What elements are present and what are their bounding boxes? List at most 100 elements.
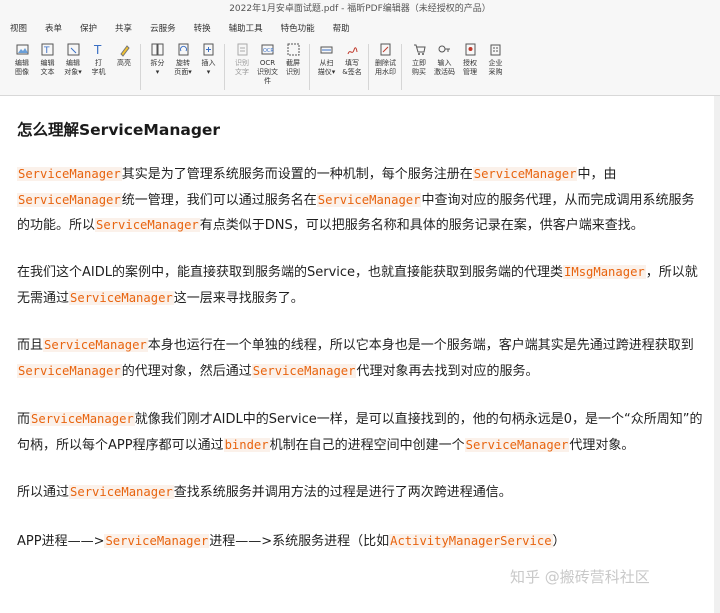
enterprise-icon [490,44,501,56]
text-run: 代理对象。 [569,437,635,453]
toolbar-button-label: 编辑 图像 [15,59,29,76]
image-icon [16,44,28,55]
inline-code: ServiceManager [464,437,570,452]
sign-icon [347,47,357,55]
text-run: 在我们这个AIDL的案例中，能直接获取到服务端的Service，也就直接能获取到… [17,265,564,280]
toolbar-button-label: 截屏 识别 [286,59,300,76]
text-run: APP进程——> [17,534,105,549]
inline-code: ServiceManager [17,192,122,207]
inline-code: ServiceManager [30,412,135,426]
menu-bar: 视图 表单 保护 共享 云服务 转换 辅助工具 特色功能 帮助 [0,20,720,38]
text-run: ） [552,534,566,549]
toolbar-button-recognize[interactable]: 识别 文字 [230,38,254,95]
toolbar-button-cart[interactable]: 立即 购买 [407,38,431,95]
toolbar-button-sign[interactable]: 填写 &签名 [340,38,364,95]
toolbar-button-label: 编辑 文本 [40,59,55,76]
menu-item[interactable]: 共享 [115,20,132,38]
toolbar-button-screenshot[interactable]: 截屏 识别 [281,38,305,95]
toolbar-button-label: 拆分 ▾ [150,59,165,76]
toolbar-button-key[interactable]: 输入 激活码 [433,38,457,95]
text-run: 其实是为了管理系统服务而设置的一种机制，每个服务注册在 [121,167,473,182]
inline-code: ServiceManager [17,363,122,378]
ocr-icon: OCR [261,44,274,55]
paragraph-1: ServiceManager其实是为了管理系统服务而设置的一种机制，每个服务注册… [17,162,707,239]
svg-text:T: T [93,43,102,57]
text-run: 这一层来寻找服务了。 [173,290,304,306]
toolbar-button-label: 打 字机 [91,59,106,76]
window-title: 2022年1月安卓面试题.pdf - 福昕PDF编辑器（未经授权的产品） [0,0,720,20]
watermark-icon [380,43,391,56]
toolbar-separator [367,44,369,90]
toolbar-separator [139,44,141,90]
vertical-scrollbar[interactable] [714,96,720,613]
toolbar-button-highlight[interactable]: 高亮 [112,38,136,95]
split-icon [151,43,164,56]
toolbar-button-edit-text[interactable]: T 编辑 文本 [36,38,60,95]
toolbar-button-label: 企业 采购 [488,59,503,76]
menu-item[interactable]: 帮助 [333,20,350,38]
paragraph-3: 而且ServiceManager本身也运行在一个单独的线程，所以它本身也是一个服… [17,333,707,384]
text-run: 查找系统服务并调用方法的过程是进行了两次跨进程通信。 [173,485,512,500]
text-run: 所以通过 [17,485,70,500]
inline-code: ServiceManager [43,338,148,352]
text-run: 本身也运行在一个单独的线程，所以它本身也是一个服务端，客户端其实是先通过跨进程获… [147,338,694,353]
menu-item[interactable]: 转换 [194,20,211,38]
toolbar-separator [224,44,225,90]
toolbar-button-label: 旋转 页面▾ [174,59,192,76]
rotate-icon [178,43,188,56]
edit-text-icon: T [41,43,54,56]
toolbar-button-label: 识别 文字 [235,59,249,76]
toolbar-button-enterprise[interactable]: 企业 采购 [484,38,508,95]
toolbar-button-label: 填写 &签名 [342,59,362,76]
toolbar-button-watermark[interactable]: 删除试 用水印 [374,38,398,95]
paragraph-6: APP进程——>ServiceManager进程——>系统服务进程（比如Acti… [17,529,707,555]
menu-item[interactable]: 保护 [80,20,97,38]
toolbar-button-ocr[interactable]: OCR OCR 识别文件 [256,38,280,95]
toolbar-button-label: 高亮 [117,59,131,67]
paragraph-2: 在我们这个AIDL的案例中，能直接获取到服务端的Service，也就直接能获取到… [17,260,707,311]
toolbar-button-label: 编辑 对象▾ [64,59,82,76]
toolbar-button-scan[interactable]: 从扫 描仪▾ [315,38,339,95]
text-run: 而 [17,412,31,427]
text-run: 进程——>系统服务进程（比如 [209,534,390,549]
svg-text:T: T [43,46,50,56]
toolbar-button-license[interactable]: 授权 管理 [458,38,482,95]
paragraph-4: 而ServiceManager就像我们刚才AIDL中的Service一样，是可以… [17,407,707,458]
toolbar-button-edit-object[interactable]: 编辑 对象▾ [61,38,85,95]
toolbar-button-insert[interactable]: 插入 ▾ [197,38,221,95]
key-icon [438,45,450,53]
menu-item[interactable]: 特色功能 [281,20,315,38]
menu-item[interactable]: 表单 [45,20,62,38]
toolbar-separator [401,44,402,90]
inline-code: ServiceManager [69,485,174,499]
toolbar-separator [308,44,310,90]
toolbar-button-typewriter[interactable]: T 打 字机 [87,38,111,95]
text-run: 统一管理，我们可以通过服务名在 [121,192,317,208]
toolbar-button-label: 立即 购买 [412,59,426,76]
inline-code: ServiceManager [17,167,122,181]
toolbar-button-label: 输入 激活码 [434,59,455,76]
toolbar-button-rotate[interactable]: 旋转 页面▾ [171,38,195,95]
inline-code: IMsgManager [563,265,646,279]
toolbar-button-split[interactable]: 拆分 ▾ [146,38,170,95]
menu-item[interactable]: 视图 [10,20,27,38]
highlight-icon [119,45,130,57]
svg-text:OCR: OCR [263,48,274,54]
inline-code: binder [223,437,270,452]
toolbar-button-label: 删除试 用水印 [375,59,396,76]
toolbar-button-label: OCR 识别文件 [257,59,278,85]
inline-code: ActivityManagerService [389,534,553,548]
toolbar-button-image[interactable]: 编辑 图像 [10,38,34,95]
text-run: 机制在自己的进程空间中创建一个 [269,437,465,453]
text-run: 而且 [17,338,44,353]
menu-item[interactable]: 辅助工具 [229,20,263,38]
toolbar-button-label: 插入 ▾ [201,59,216,76]
inline-code: ServiceManager [472,167,578,181]
menu-item[interactable]: 云服务 [150,20,176,38]
screenshot-icon [287,43,299,56]
text-run: 中，由 [577,167,617,182]
paragraph-5: 所以通过ServiceManager查找系统服务并调用方法的过程是进行了两次跨进… [17,480,707,506]
watermark-text: 知乎 @搬砖营科社区 [510,568,650,586]
scan-icon [320,46,333,54]
edit-object-icon [67,43,79,56]
